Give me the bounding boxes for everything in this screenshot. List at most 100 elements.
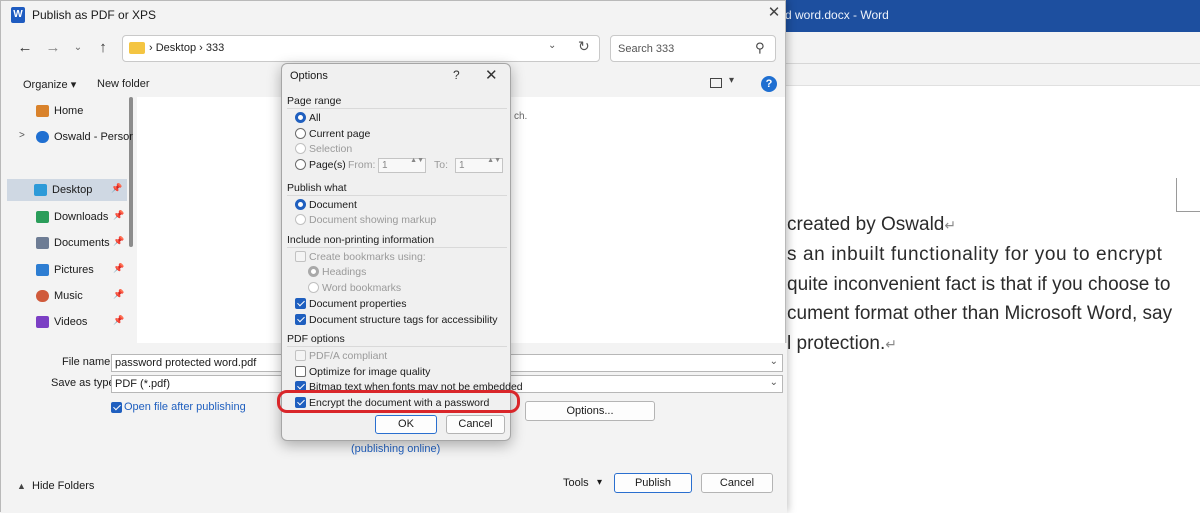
dialog-title: Publish as PDF or XPS	[32, 8, 157, 22]
organize-button[interactable]: Organize ▾	[23, 78, 76, 91]
optimize-image-checkbox[interactable]	[295, 366, 306, 377]
sidebar-item-home[interactable]: Home	[9, 100, 127, 122]
chevron-down-icon[interactable]: ⌄	[770, 377, 778, 388]
divider	[287, 195, 507, 196]
page-range-selection-radio	[295, 143, 306, 154]
pdf-options-heading: PDF options	[287, 333, 345, 345]
pin-icon: 📌	[113, 289, 125, 299]
stepper-arrows-icon[interactable]: ▲▼	[410, 157, 424, 165]
refresh-icon[interactable]: ↻	[578, 38, 590, 55]
page-range-pages-label[interactable]: Page(s)	[309, 159, 346, 171]
page-range-all-radio[interactable]	[295, 112, 306, 123]
close-icon[interactable]: ✕	[485, 66, 498, 84]
page-range-all-label[interactable]: All	[309, 112, 321, 124]
pin-icon: 📌	[113, 236, 125, 246]
search-placeholder: Search 333	[618, 43, 675, 55]
publish-document-label[interactable]: Document	[309, 199, 357, 211]
breadcrumb[interactable]: › Desktop › 333	[149, 42, 224, 54]
doc-line: cument format other than Microsoft Word,…	[787, 303, 1173, 324]
search-icon[interactable]: ⚲	[755, 40, 765, 56]
paragraph-mark-icon: ↵	[944, 217, 957, 233]
bookmarks-word-label: Word bookmarks	[322, 282, 402, 294]
publish-button[interactable]: Publish	[614, 473, 692, 493]
music-icon	[36, 290, 49, 302]
publish-markup-radio	[295, 214, 306, 225]
doc-line: s an inbuilt functionality for you to en…	[787, 244, 1163, 265]
to-label: To:	[434, 159, 449, 171]
cloud-icon	[36, 131, 49, 143]
pictures-icon	[36, 264, 49, 276]
doc-line: created by Oswald↵	[787, 214, 957, 235]
divider	[287, 108, 507, 109]
sidebar-item-music[interactable]: Music 📌	[9, 285, 127, 307]
forward-arrow-icon[interactable]: →	[44, 39, 62, 57]
download-icon	[36, 211, 49, 223]
to-page-value: 1	[459, 160, 465, 171]
tools-button[interactable]: Tools	[563, 477, 589, 489]
non-printing-heading: Include non-printing information	[287, 234, 435, 246]
document-properties-label[interactable]: Document properties	[309, 298, 406, 310]
sidebar-item-pictures[interactable]: Pictures 📌	[9, 259, 127, 281]
page-range-current-label[interactable]: Current page	[309, 128, 370, 140]
to-page-stepper[interactable]: 1 ▲▼	[455, 157, 503, 173]
new-folder-button[interactable]: New folder	[97, 78, 150, 90]
optimize-image-label[interactable]: Optimize for image quality	[309, 366, 430, 378]
options-button[interactable]: Options...	[525, 401, 655, 421]
videos-icon	[36, 316, 49, 328]
home-icon	[36, 105, 49, 117]
sidebar-item-label: Pictures	[54, 264, 94, 276]
help-icon[interactable]: ?	[453, 68, 460, 82]
page-range-current-radio[interactable]	[295, 128, 306, 139]
chevron-down-icon[interactable]: ⌄	[770, 356, 778, 367]
open-after-publishing-checkbox[interactable]	[111, 402, 122, 413]
options-dialog-title: Options	[290, 70, 328, 82]
search-input[interactable]: Search 333 ⚲	[610, 35, 776, 62]
save-as-type-label: Save as type:	[51, 377, 118, 389]
pdfa-label: PDF/A compliant	[309, 350, 388, 362]
hide-folders-button[interactable]: Hide Folders	[32, 480, 94, 492]
page-range-heading: Page range	[287, 95, 342, 107]
pdfa-checkbox	[295, 350, 306, 361]
sidebar-item-videos[interactable]: Videos 📌	[9, 311, 127, 333]
expand-chevron-icon[interactable]: >	[19, 130, 25, 141]
open-after-publishing-label[interactable]: Open file after publishing	[124, 401, 246, 413]
doc-line: quite inconvenient fact is that if you c…	[787, 274, 1171, 295]
bookmarks-word-radio	[308, 282, 319, 293]
up-arrow-icon[interactable]: ↑	[94, 39, 112, 57]
page-range-selection-label: Selection	[309, 143, 353, 155]
view-dropdown-icon[interactable]: ▾	[729, 75, 734, 86]
stepper-arrows-icon[interactable]: ▲▼	[487, 157, 501, 165]
sidebar-item-downloads[interactable]: Downloads 📌	[9, 206, 127, 228]
page-range-pages-radio[interactable]	[295, 159, 306, 170]
close-icon[interactable]: ✕	[765, 4, 783, 22]
sidebar-item-onedrive[interactable]: > Oswald - Persor	[9, 126, 133, 148]
sidebar-item-label: Videos	[54, 316, 88, 328]
nav-pane-scrollbar[interactable]	[129, 97, 133, 247]
cancel-button[interactable]: Cancel	[701, 473, 773, 493]
address-bar[interactable]: › Desktop › 333 ⌄ ↻	[122, 35, 600, 62]
chevron-up-icon[interactable]: ▲	[17, 481, 26, 491]
back-arrow-icon[interactable]: ←	[16, 39, 34, 57]
pin-icon: 📌	[113, 315, 125, 325]
margin-marker	[1176, 178, 1200, 212]
file-name-label: File name:	[62, 356, 114, 368]
ok-button[interactable]: OK	[375, 415, 437, 434]
publish-document-radio[interactable]	[295, 199, 306, 210]
publish-markup-label: Document showing markup	[309, 214, 437, 226]
sidebar-item-desktop[interactable]: Desktop 📌	[7, 179, 127, 201]
tools-dropdown-icon[interactable]: ▾	[597, 477, 602, 488]
document-properties-checkbox[interactable]	[295, 298, 306, 309]
create-bookmarks-checkbox	[295, 251, 306, 262]
bookmarks-headings-radio	[308, 266, 319, 277]
address-dropdown-icon[interactable]: ⌄	[548, 40, 556, 51]
publishing-online-text: (publishing online)	[351, 443, 441, 455]
structure-tags-checkbox[interactable]	[295, 314, 306, 325]
sidebar-item-label: Oswald - Persor	[54, 131, 133, 143]
view-options-icon[interactable]	[710, 78, 722, 88]
sidebar-item-documents[interactable]: Documents 📌	[9, 232, 127, 254]
recent-locations-chevron-icon[interactable]: ⌄	[69, 39, 87, 57]
cancel-button[interactable]: Cancel	[446, 415, 505, 434]
from-page-stepper[interactable]: 1 ▲▼	[378, 157, 426, 173]
help-icon[interactable]: ?	[761, 76, 777, 92]
structure-tags-label[interactable]: Document structure tags for accessibilit…	[309, 314, 498, 326]
